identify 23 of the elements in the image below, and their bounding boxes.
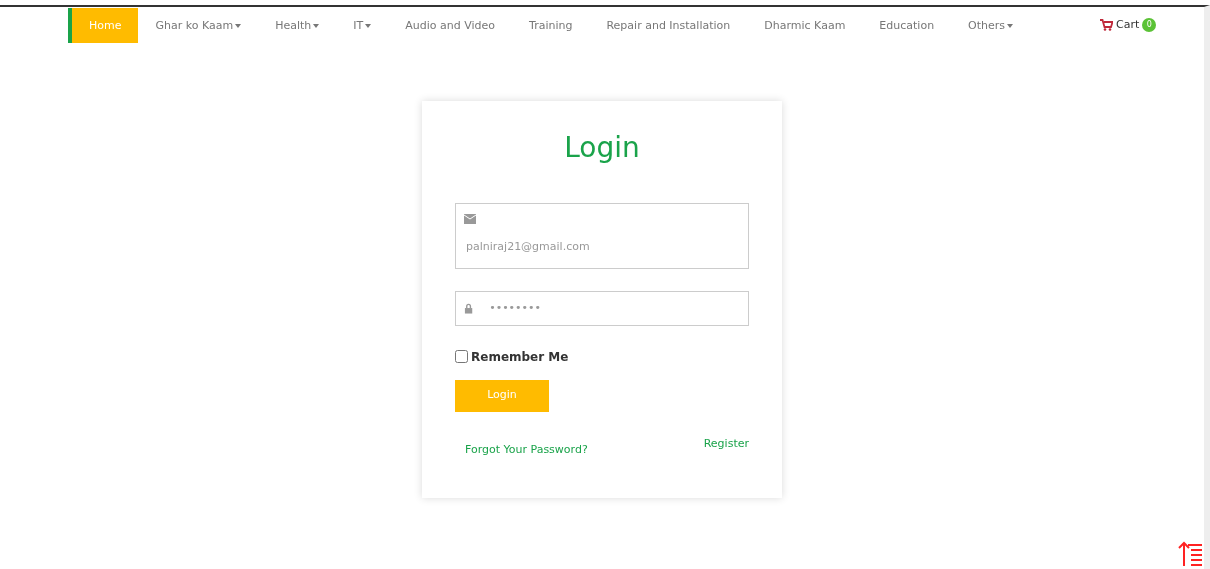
scroll-to-top-icon[interactable] (1178, 539, 1204, 567)
cart-icon (1100, 19, 1114, 31)
nav-link[interactable]: Ghar ko Kaam (138, 7, 259, 43)
remember-checkbox[interactable] (455, 350, 468, 364)
remember-label: Remember Me (471, 348, 569, 366)
register-link[interactable]: Register (703, 435, 749, 459)
lock-icon (464, 302, 474, 314)
nav-link[interactable]: Repair and Installation (589, 7, 748, 43)
cart-link[interactable]: Cart 0 (1100, 16, 1157, 34)
password-input[interactable]: •••••••• (487, 298, 740, 318)
email-field[interactable]: palniraj21@gmail.com (455, 202, 749, 269)
email-input[interactable]: palniraj21@gmail.com (464, 237, 740, 257)
nav-link[interactable]: Dharmic Kaam (747, 7, 863, 43)
nav-link[interactable]: Health (258, 7, 337, 43)
nav-link[interactable]: Training (512, 7, 590, 43)
forgot-password-link[interactable]: Forgot Your Password? (465, 441, 588, 459)
envelope-icon (464, 213, 476, 224)
nav-link[interactable]: Others (951, 7, 1031, 43)
nav-link[interactable]: Audio and Video (388, 7, 513, 43)
login-title: Login (563, 131, 641, 165)
password-field[interactable]: •••••••• (455, 290, 749, 326)
nav-link[interactable]: Education (862, 7, 952, 43)
nav-link[interactable]: IT (336, 7, 389, 43)
